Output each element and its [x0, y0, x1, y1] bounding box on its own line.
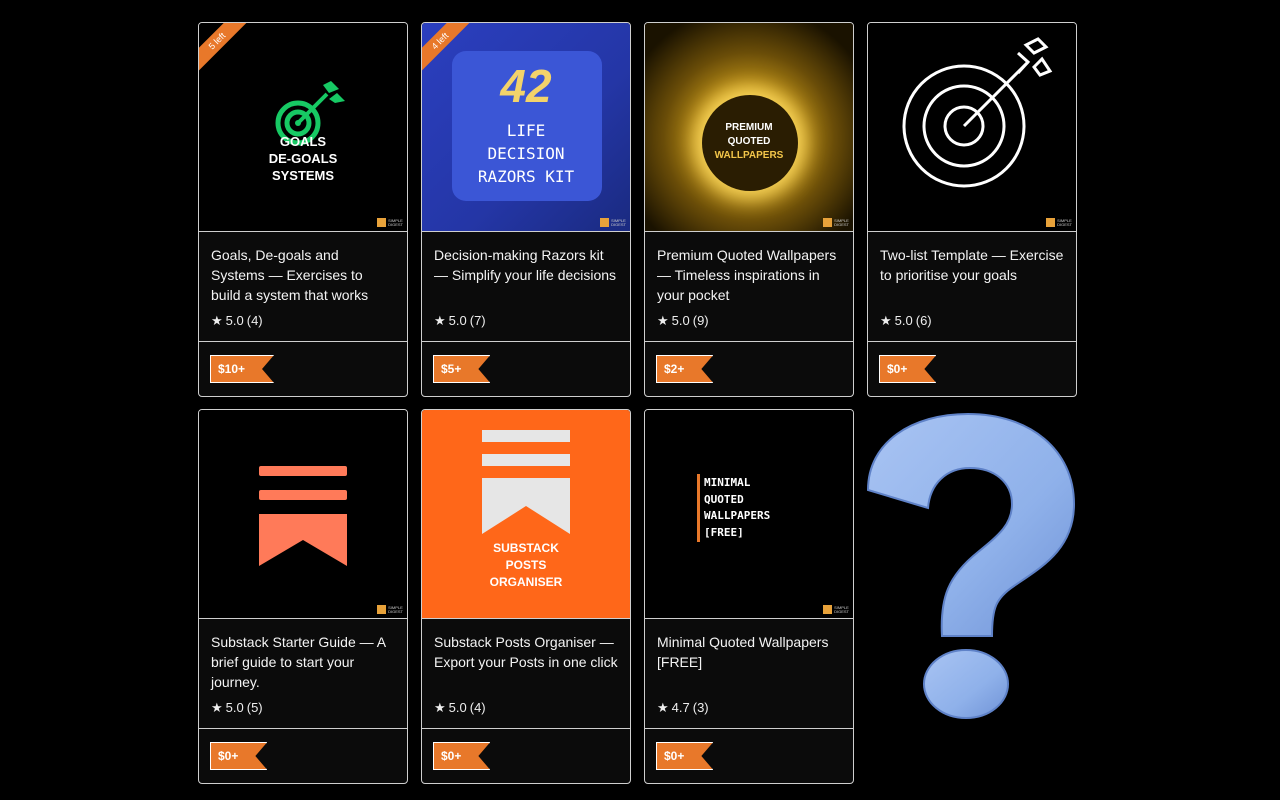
substack-logo-icon	[259, 466, 347, 566]
product-card-goals[interactable]: 5 left GOALS DE-GOALS SYSTEMS SIMPLE DIGE…	[198, 22, 408, 397]
thumbnail-caption: LIFE DECISION RAZORS KIT	[477, 121, 575, 186]
rating-count: (5)	[246, 700, 263, 715]
brand-logo: SIMPLE DIGEST	[823, 218, 849, 227]
rating-value: 5.0	[671, 313, 690, 328]
rating-value: 5.0	[448, 313, 467, 328]
product-info: Premium Quoted Wallpapers — Timeless ins…	[645, 232, 853, 342]
thumbnail-number: 42	[500, 60, 552, 112]
star-icon: ★	[657, 313, 669, 328]
price-tag[interactable]: $0+	[210, 742, 267, 770]
product-card-two-list[interactable]: SIMPLE DIGEST Two-list Template — Exercis…	[867, 22, 1077, 397]
rating-count: (6)	[915, 313, 932, 328]
product-footer: $2+	[645, 342, 853, 396]
product-info: Minimal Quoted Wallpapers [FREE] ★ 4.7 (…	[645, 619, 853, 729]
rating-value: 5.0	[894, 313, 913, 328]
rating-count: (3)	[692, 700, 709, 715]
product-thumbnail[interactable]: MINIMAL QUOTED WALLPAPERS [FREE] SIMPLE D…	[645, 410, 853, 619]
product-rating: ★ 5.0 (7)	[434, 313, 618, 328]
question-mark-icon	[866, 412, 1076, 719]
product-thumbnail[interactable]: SIMPLE DIGEST	[868, 23, 1076, 232]
rating-value: 4.7	[671, 700, 690, 715]
product-card-substack-organiser[interactable]: SUBSTACK POSTS ORGANISER Substack Posts …	[421, 409, 631, 784]
star-icon: ★	[211, 700, 223, 715]
rating-count: (4)	[246, 313, 263, 328]
product-footer: $10+	[199, 342, 407, 396]
product-title[interactable]: Substack Posts Organiser — Export your P…	[434, 632, 618, 692]
brand-logo: SIMPLE DIGEST	[1046, 218, 1072, 227]
product-rating: ★ 5.0 (4)	[211, 313, 395, 328]
product-thumbnail[interactable]: SUBSTACK POSTS ORGANISER	[422, 410, 630, 619]
product-rating: ★ 5.0 (6)	[880, 313, 1064, 328]
product-card-minimal-wallpapers[interactable]: MINIMAL QUOTED WALLPAPERS [FREE] SIMPLE D…	[644, 409, 854, 784]
thumbnail-caption: PREMIUM QUOTED WALLPAPERS	[714, 122, 784, 161]
star-icon: ★	[880, 313, 892, 328]
product-rating: ★ 5.0 (4)	[434, 700, 618, 715]
product-info: Goals, De-goals and Systems — Exercises …	[199, 232, 407, 342]
product-footer: $5+	[422, 342, 630, 396]
price-tag[interactable]: $0+	[656, 742, 713, 770]
price-tag[interactable]: $0+	[433, 742, 490, 770]
price-tag[interactable]: $0+	[879, 355, 936, 383]
product-rating: ★ 5.0 (9)	[657, 313, 841, 328]
brand-logo: SIMPLE DIGEST	[377, 218, 403, 227]
product-footer: $0+	[199, 729, 407, 783]
product-title[interactable]: Substack Starter Guide — A brief guide t…	[211, 632, 395, 692]
rating-value: 5.0	[225, 313, 244, 328]
thumbnail-caption: MINIMAL QUOTED WALLPAPERS [FREE]	[704, 476, 771, 539]
product-rating: ★ 4.7 (3)	[657, 700, 841, 715]
product-title[interactable]: Goals, De-goals and Systems — Exercises …	[211, 245, 395, 305]
product-info: Decision-making Razors kit — Simplify yo…	[422, 232, 630, 342]
product-thumbnail[interactable]: SIMPLE DIGEST	[199, 410, 407, 619]
price-tag[interactable]: $5+	[433, 355, 490, 383]
thumbnail-caption: SUBSTACK POSTS ORGANISER	[489, 541, 563, 589]
product-card-premium-wallpapers[interactable]: PREMIUM QUOTED WALLPAPERS SIMPLE DIGEST P…	[644, 22, 854, 397]
rating-count: (7)	[469, 313, 486, 328]
brand-logo: SIMPLE DIGEST	[823, 605, 849, 614]
product-title[interactable]: Decision-making Razors kit — Simplify yo…	[434, 245, 618, 305]
rating-count: (4)	[469, 700, 486, 715]
star-icon: ★	[211, 313, 223, 328]
product-thumbnail[interactable]: 5 left GOALS DE-GOALS SYSTEMS SIMPLE DIGE…	[199, 23, 407, 232]
rating-value: 5.0	[448, 700, 467, 715]
price-tag[interactable]: $10+	[210, 355, 274, 383]
target-icon	[275, 81, 345, 146]
product-footer: $0+	[868, 342, 1076, 396]
star-icon: ★	[434, 700, 446, 715]
price-tag[interactable]: $2+	[656, 355, 713, 383]
product-info: Substack Posts Organiser — Export your P…	[422, 619, 630, 729]
brand-logo: SIMPLE DIGEST	[600, 218, 626, 227]
product-footer: $0+	[645, 729, 853, 783]
product-info: Substack Starter Guide — A brief guide t…	[199, 619, 407, 729]
product-rating: ★ 5.0 (5)	[211, 700, 395, 715]
product-card-substack-guide[interactable]: SIMPLE DIGEST Substack Starter Guide — A …	[198, 409, 408, 784]
product-footer: $0+	[422, 729, 630, 783]
rating-value: 5.0	[225, 700, 244, 715]
target-arrow-icon	[902, 37, 1053, 188]
brand-logo: SIMPLE DIGEST	[377, 605, 403, 614]
product-title[interactable]: Premium Quoted Wallpapers — Timeless ins…	[657, 245, 841, 305]
product-info: Two-list Template — Exercise to prioriti…	[868, 232, 1076, 342]
thumbnail-caption: GOALS DE-GOALS SYSTEMS	[268, 134, 338, 183]
rating-count: (9)	[692, 313, 709, 328]
product-card-razors[interactable]: 4 left 42 LIFE DECISION RAZORS KIT SIMPL…	[421, 22, 631, 397]
product-thumbnail[interactable]: PREMIUM QUOTED WALLPAPERS SIMPLE DIGEST	[645, 23, 853, 232]
product-thumbnail[interactable]: 4 left 42 LIFE DECISION RAZORS KIT SIMPL…	[422, 23, 630, 232]
product-title[interactable]: Two-list Template — Exercise to prioriti…	[880, 245, 1064, 305]
product-title[interactable]: Minimal Quoted Wallpapers [FREE]	[657, 632, 841, 692]
star-icon: ★	[434, 313, 446, 328]
star-icon: ★	[657, 700, 669, 715]
